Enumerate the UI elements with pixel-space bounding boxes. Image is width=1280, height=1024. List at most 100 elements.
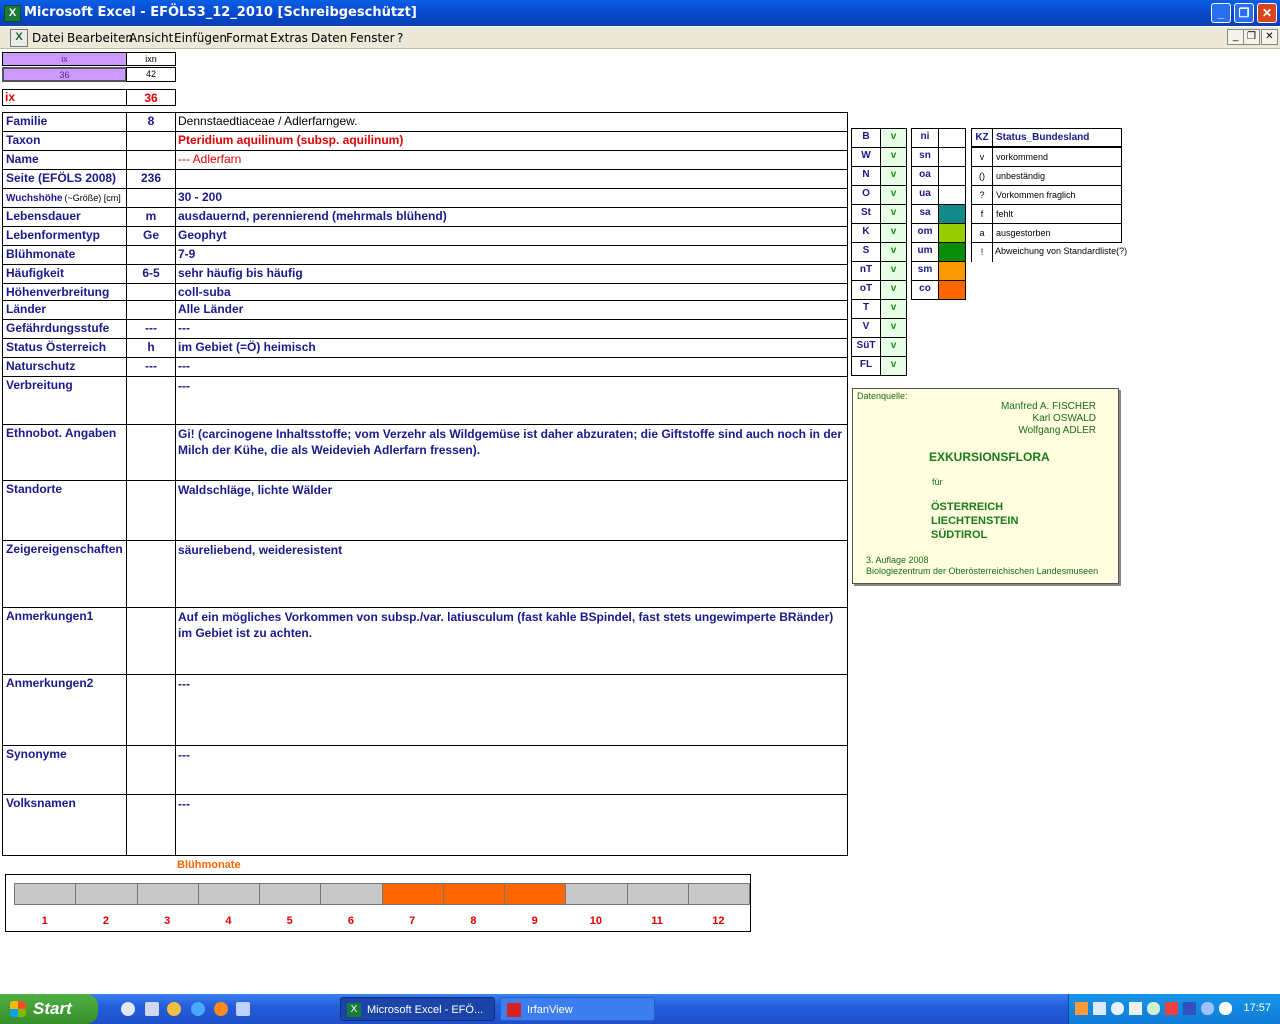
row-code[interactable] — [126, 674, 176, 746]
region-value[interactable]: v — [880, 356, 907, 376]
menu-help[interactable]: ? — [397, 31, 403, 45]
row-value[interactable]: Pteridium aquilinum (subsp. aquilinum) — [175, 131, 848, 151]
row-code[interactable] — [126, 376, 176, 425]
legend-key: f — [971, 204, 993, 224]
row-code[interactable]: m — [126, 207, 176, 227]
source-edition-block: 3. Auflage 2008 Biologiezentrum der Ober… — [866, 555, 1098, 577]
quicklaunch-icon-2[interactable] — [145, 1002, 159, 1016]
row-code[interactable] — [126, 150, 176, 170]
row-value[interactable]: im Gebiet (=Ö) heimisch — [175, 338, 848, 358]
tray-icon-4[interactable] — [1129, 1002, 1142, 1015]
menu-daten[interactable]: Daten — [311, 31, 347, 45]
minimize-button[interactable]: _ — [1211, 3, 1231, 23]
media-player-icon[interactable] — [167, 1002, 181, 1016]
row-value[interactable]: Auf ein mögliches Vorkommen von subsp./v… — [175, 607, 848, 675]
start-button[interactable]: Start — [0, 994, 98, 1024]
network-icon[interactable] — [1093, 1002, 1106, 1015]
region-value[interactable]: v — [880, 261, 907, 281]
row-value[interactable]: ausdauernd, perennierend (mehrmals blühe… — [175, 207, 848, 227]
workbook-icon[interactable]: X — [10, 29, 28, 47]
row-code[interactable]: --- — [126, 357, 176, 377]
row-code[interactable]: h — [126, 338, 176, 358]
ix-value[interactable]: 36 — [126, 89, 176, 106]
row-code[interactable] — [126, 283, 176, 301]
shield-icon[interactable] — [1183, 1002, 1196, 1015]
menu-format[interactable]: Format — [226, 31, 268, 45]
menu-ansicht[interactable]: Ansicht — [129, 31, 173, 45]
row-value[interactable]: Alle Länder — [175, 300, 848, 320]
region-value[interactable]: v — [880, 337, 907, 357]
region-value[interactable]: v — [880, 223, 907, 243]
row-code[interactable] — [126, 794, 176, 856]
menu-extras[interactable]: Extras — [270, 31, 308, 45]
menu-bearbeiten[interactable]: Bearbeiten — [67, 31, 133, 45]
tray-icon-8[interactable] — [1201, 1002, 1214, 1015]
row-label: Standorte — [2, 480, 127, 541]
row-value[interactable]: 7-9 — [175, 245, 848, 265]
restore-button[interactable]: ❐ — [1234, 3, 1254, 23]
region-value[interactable]: v — [880, 242, 907, 262]
row-value[interactable]: --- — [175, 376, 848, 425]
close-button[interactable]: ✕ — [1257, 3, 1277, 23]
row-value[interactable]: --- — [175, 319, 848, 339]
region-value[interactable]: v — [880, 204, 907, 224]
ie-icon[interactable] — [191, 1002, 205, 1016]
row-value[interactable]: Gi! (carcinogene Inhaltsstoffe; vom Verz… — [175, 424, 848, 481]
region-value[interactable]: v — [880, 185, 907, 205]
row-value[interactable]: Dennstaedtiaceae / Adlerfarngew. — [175, 112, 848, 132]
region-value[interactable]: v — [880, 280, 907, 300]
row-value[interactable]: säureliebend, weideresistent — [175, 540, 848, 608]
menu-datei[interactable]: Datei — [32, 31, 64, 45]
row-value[interactable]: coll-suba — [175, 283, 848, 301]
task-excel[interactable]: X Microsoft Excel - EFÖ... — [340, 997, 495, 1021]
row-value[interactable] — [175, 169, 848, 189]
row-code[interactable] — [126, 424, 176, 481]
row-code[interactable] — [126, 188, 176, 208]
row-value[interactable]: sehr häufig bis häufig — [175, 264, 848, 284]
doc-restore-button[interactable]: ❐ — [1243, 29, 1260, 45]
region-value[interactable]: v — [880, 318, 907, 338]
row-code[interactable] — [126, 131, 176, 151]
tray-icon-1[interactable] — [1075, 1002, 1088, 1015]
row-code[interactable]: Ge — [126, 226, 176, 246]
row-code[interactable] — [126, 245, 176, 265]
row-code[interactable] — [126, 540, 176, 608]
row-value[interactable]: --- — [175, 357, 848, 377]
row-value[interactable]: --- Adlerfarn — [175, 150, 848, 170]
menu-fenster[interactable]: Fenster — [350, 31, 395, 45]
task-irfanview[interactable]: IrfanView — [500, 997, 655, 1021]
row-code[interactable] — [126, 300, 176, 320]
nav-ix-input[interactable]: 36 — [2, 67, 127, 82]
row-value[interactable]: Geophyt — [175, 226, 848, 246]
row-value[interactable]: --- — [175, 794, 848, 856]
search-icon[interactable] — [1147, 1002, 1160, 1015]
row-value[interactable]: --- — [175, 745, 848, 795]
row-code[interactable] — [126, 480, 176, 541]
quicklaunch-icon-1[interactable] — [121, 1002, 135, 1016]
doc-minimize-button[interactable]: _ — [1227, 29, 1244, 45]
doc-close-button[interactable]: ✕ — [1261, 29, 1278, 45]
firefox-icon[interactable] — [214, 1002, 228, 1016]
row-value[interactable]: Waldschläge, lichte Wälder — [175, 480, 848, 541]
region-key: oT — [851, 280, 881, 300]
row-code[interactable]: 6-5 — [126, 264, 176, 284]
volume-icon[interactable] — [1111, 1002, 1124, 1015]
bloom-month-bar — [136, 883, 199, 905]
tray-icon-9[interactable] — [1219, 1002, 1232, 1015]
row-code[interactable]: --- — [126, 319, 176, 339]
quicklaunch-icon-6[interactable] — [236, 1002, 250, 1016]
menu-einfuegen[interactable]: Einfügen — [174, 31, 227, 45]
row-code[interactable]: 236 — [126, 169, 176, 189]
nav-ixn-value[interactable]: 42 — [126, 67, 176, 82]
row-code[interactable] — [126, 607, 176, 675]
region-value[interactable]: v — [880, 128, 907, 148]
row-value[interactable]: --- — [175, 674, 848, 746]
row-code[interactable]: 8 — [126, 112, 176, 132]
row-value[interactable]: 30 - 200 — [175, 188, 848, 208]
tray-icon-6[interactable] — [1165, 1002, 1178, 1015]
region-value[interactable]: v — [880, 166, 907, 186]
worksheet[interactable]: ix ixn 36 42 ix 36 Familie 8 Dennstaedtiac… — [0, 50, 1280, 990]
row-code[interactable] — [126, 745, 176, 795]
region-value[interactable]: v — [880, 299, 907, 319]
region-value[interactable]: v — [880, 147, 907, 167]
